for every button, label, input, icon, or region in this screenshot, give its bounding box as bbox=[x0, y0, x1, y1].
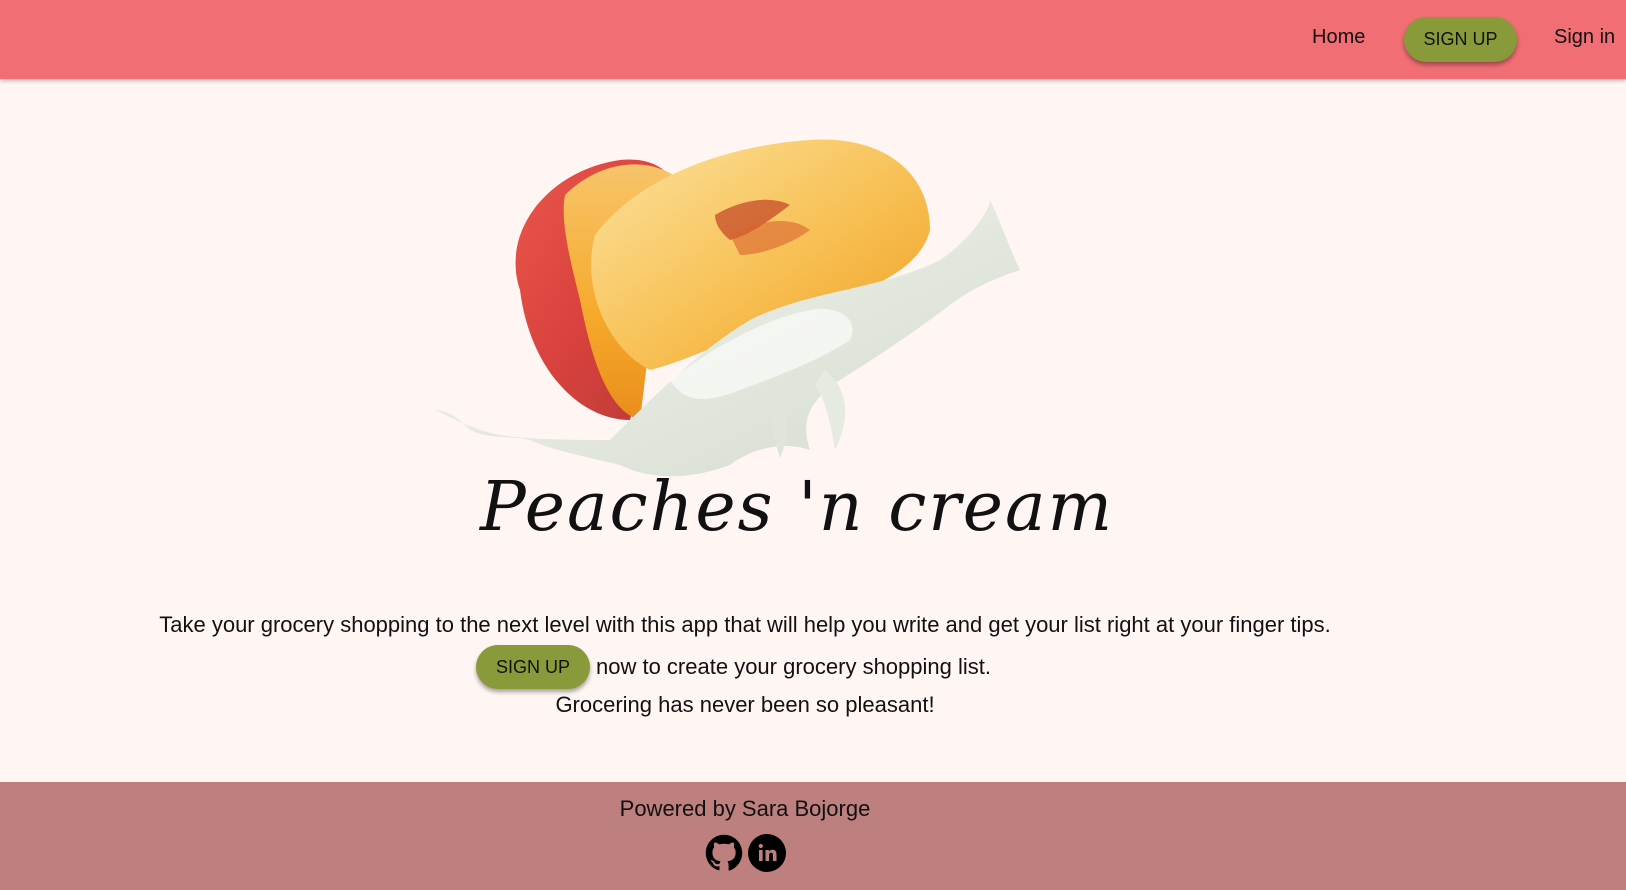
nav-home-link[interactable]: Home bbox=[1312, 26, 1365, 49]
top-navbar: Home SIGN UP Sign in bbox=[0, 0, 1626, 79]
cta-signup-button[interactable]: SIGN UP bbox=[476, 645, 590, 689]
cta-line: SIGN UP now to create your grocery shopp… bbox=[476, 644, 991, 690]
linkedin-icon[interactable] bbox=[748, 834, 786, 872]
github-icon[interactable] bbox=[705, 834, 743, 872]
logo-text: Peaches 'n cream bbox=[480, 468, 1115, 547]
footer: Powered by Sara Bojorge bbox=[0, 782, 1626, 890]
intro-text: Take your grocery shopping to the next l… bbox=[159, 612, 1331, 637]
tagline: Grocering has never been so pleasant! bbox=[555, 692, 935, 717]
nav-signup-button[interactable]: SIGN UP bbox=[1404, 17, 1517, 62]
powered-by-text: Powered by Sara Bojorge bbox=[619, 796, 871, 821]
nav-signin-link[interactable]: Sign in bbox=[1554, 26, 1615, 49]
cta-text: now to create your grocery shopping list… bbox=[596, 654, 991, 679]
